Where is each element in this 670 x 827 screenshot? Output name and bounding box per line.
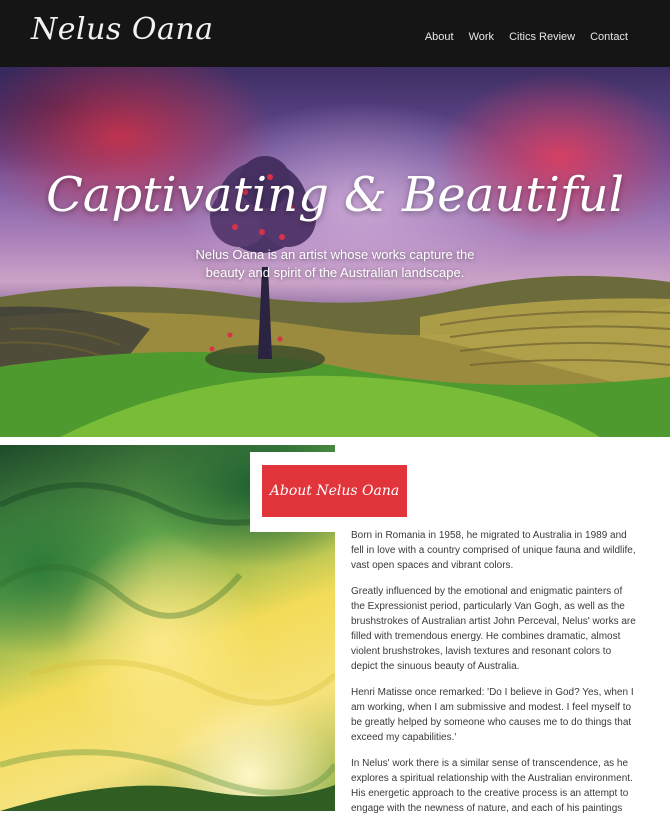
about-paragraph: Henri Matisse once remarked: 'Do I belie… bbox=[351, 687, 634, 743]
about-paragraph: In Nelus' work there is a similar sense … bbox=[351, 758, 633, 814]
about-title: About Nelus Oana bbox=[262, 465, 407, 517]
nav-link-contact[interactable]: Contact bbox=[590, 31, 628, 43]
site-logo[interactable]: Nelus Oana bbox=[31, 12, 214, 47]
about-paragraph: Greatly influenced by the emotional and … bbox=[351, 586, 636, 672]
hero-title: Captivating & Beautiful bbox=[46, 167, 624, 223]
main-nav: About Work Citics Review Contact bbox=[425, 31, 628, 43]
site-header: Nelus Oana About Work Citics Review Cont… bbox=[0, 0, 670, 67]
about-paragraph: Born in Romania in 1958, he migrated to … bbox=[351, 530, 636, 571]
nav-link-work[interactable]: Work bbox=[469, 31, 494, 43]
hero-banner: Captivating & Beautiful Nelus Oana is an… bbox=[0, 67, 670, 437]
nav-link-citics-review[interactable]: Citics Review bbox=[509, 31, 575, 43]
about-body: Born in Romania in 1958, he migrated to … bbox=[351, 528, 636, 827]
nav-link-about[interactable]: About bbox=[425, 31, 454, 43]
hero-subtitle: Nelus Oana is an artist whose works capt… bbox=[195, 247, 475, 280]
